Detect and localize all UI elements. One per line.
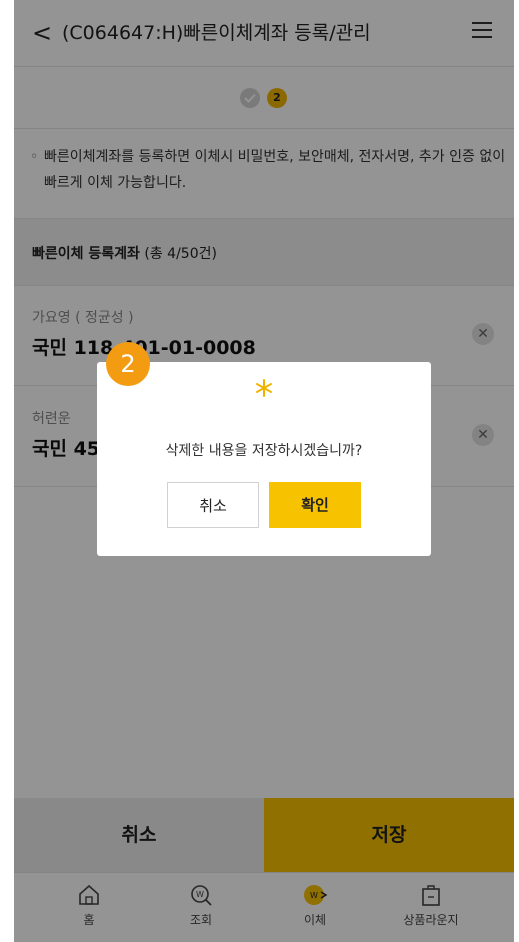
screen: < (C064647:H)빠른이체계좌 등록/관리 2 빠른이체계좌를 등록하면… (14, 0, 514, 942)
dialog-cancel-button[interactable]: 취소 (167, 482, 259, 528)
confirm-dialog: 삭제한 내용을 저장하시겠습니까? 취소 확인 (97, 362, 431, 556)
dialog-confirm-button[interactable]: 확인 (269, 482, 361, 528)
bank-logo-icon (256, 379, 272, 397)
dialog-message: 삭제한 내용을 저장하시겠습니까? (165, 443, 363, 459)
annotation-marker: 2 (106, 342, 150, 386)
